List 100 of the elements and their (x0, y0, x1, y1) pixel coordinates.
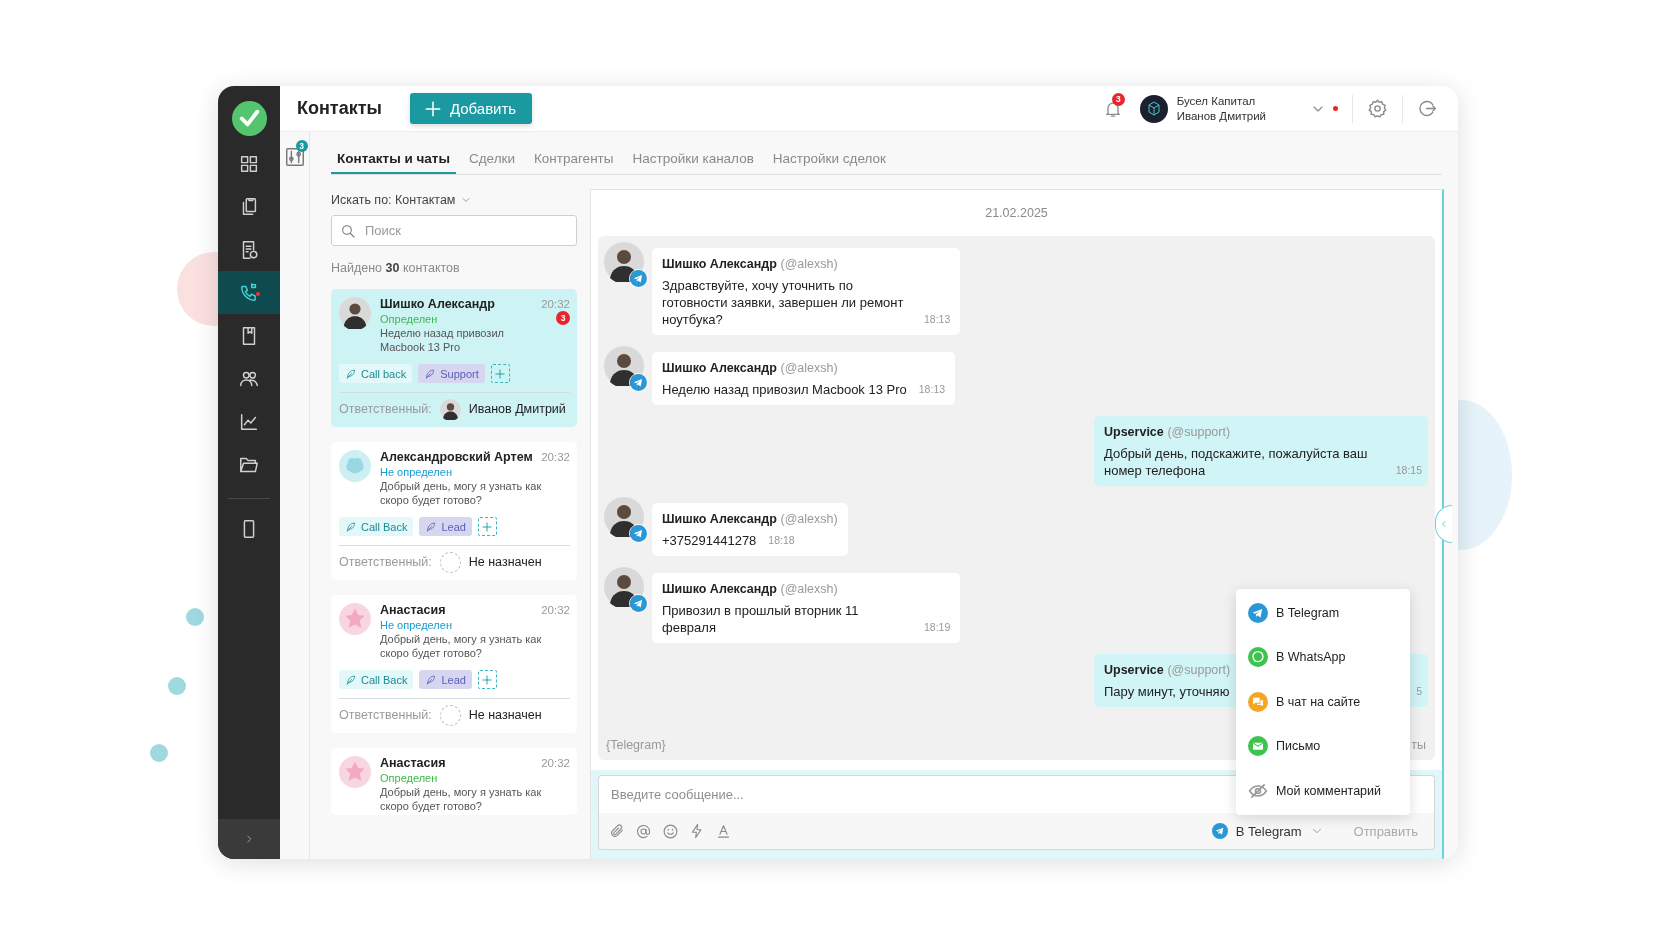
message-time: 18:18 (768, 533, 795, 548)
last-message: Добрый день, могу я узнать как скоро будет готово? (380, 785, 543, 813)
message-time: 18:19 (924, 620, 951, 635)
feather-icon (345, 520, 357, 533)
menu-item[interactable]: В Telegram (1236, 590, 1410, 635)
message-time: 18:15 (1395, 463, 1422, 478)
footer-note: ты (1411, 738, 1426, 752)
message-input[interactable]: Введите сообщение... (598, 775, 1234, 813)
message-time: 18:13 (918, 382, 946, 397)
avatar (339, 603, 371, 635)
plus-icon (493, 366, 508, 381)
last-message: Добрый день, могу я узнать как скоро будет готово? (380, 632, 543, 660)
contact-name: Шишко Александр (380, 297, 495, 311)
mention-icon[interactable] (635, 822, 652, 840)
author-handle: (@alexsh) (780, 361, 838, 375)
contact-time: 20:32 (541, 451, 570, 463)
results-count: Найдено 30 контактов (331, 261, 461, 275)
page-title: Контакты (297, 98, 382, 119)
text-format-icon[interactable] (715, 822, 732, 840)
author-handle: (@alexsh) (780, 257, 838, 271)
expand-button[interactable] (218, 819, 280, 859)
contact-name: Александровский Артем (380, 450, 533, 464)
decor-circle (186, 608, 204, 626)
menu-item[interactable]: В чат на сайте (1236, 679, 1410, 724)
contact-card[interactable]: Александровский Артем 20:32 Не определен Добрый день, могу я узнать как скоро будет готово? Call Back Lead Ответственный: Не назначен (331, 442, 577, 580)
paperclip-icon[interactable] (609, 823, 625, 839)
author-handle: (@alexsh) (780, 512, 838, 526)
feather-icon (424, 367, 437, 380)
company-name: Бусел Капитал (1176, 95, 1257, 107)
contact-status: Не определен (380, 466, 452, 478)
tag[interactable]: Lead (419, 670, 472, 689)
author-name: Шишко Александр (662, 361, 777, 375)
contact-name: Анастасия (380, 603, 446, 617)
sidebar-item[interactable] (218, 271, 280, 314)
telegram-icon (630, 595, 647, 612)
contact-card[interactable]: Анастасия 20:32 Не определен Добрый день, могу я узнать как скоро будет готово? Call Back Lead Ответственный: Не назначен (331, 595, 577, 733)
emoji-icon[interactable] (662, 822, 679, 840)
unread-badge: 3 (556, 311, 570, 325)
author-name: Шишко Александр (662, 257, 777, 271)
search-icon (340, 222, 356, 239)
add-tag-button[interactable] (477, 517, 497, 536)
channel-tag: {Telegram} (606, 738, 666, 752)
envelope-icon (1248, 736, 1268, 757)
telegram-icon (630, 374, 647, 391)
chat-icon (1248, 691, 1268, 712)
logo-icon[interactable] (231, 101, 267, 136)
contact-status: Определен (380, 313, 438, 325)
feather-icon (425, 520, 438, 533)
channel-select[interactable]: В Telegram (1211, 823, 1324, 839)
author-name: Upservice (1104, 663, 1164, 677)
tag[interactable]: Call Back (339, 670, 414, 689)
responsible-name: Иванов Дмитрий (468, 402, 566, 416)
author-handle: (@support) (1167, 663, 1231, 677)
feather-icon (425, 673, 438, 686)
settings-icon[interactable] (1367, 98, 1388, 119)
whatsapp-icon (1248, 647, 1268, 668)
search-input[interactable]: Поиск (363, 222, 568, 239)
tab[interactable]: Контакты и чаты (331, 143, 456, 174)
message-text: Здравствуйте, хочу уточнить по готовности заявки, завершен ли ремонт ноутбука? (662, 277, 905, 328)
add-tag-button[interactable] (477, 670, 497, 689)
contact-time: 20:32 (541, 757, 570, 769)
plus-icon (480, 519, 495, 534)
message-text: Добрый день, подскажите, пожалуйста ваш номер телефона (1104, 445, 1369, 479)
message-time: 18:13 (924, 312, 951, 327)
responsible-name: Не назначен (468, 555, 542, 569)
decor-circle (150, 744, 168, 762)
search-scope[interactable]: Искать по: Контактам (331, 193, 456, 207)
field-label: Ответственный: (339, 708, 432, 722)
contact-card[interactable]: Анастасия 20:32 Определен Добрый день, могу я узнать как скоро будет готово? (331, 748, 577, 815)
feather-icon (345, 673, 357, 686)
responsible-name: Не назначен (468, 708, 542, 722)
author-handle: (@support) (1167, 425, 1231, 439)
avatar (339, 450, 371, 482)
tag[interactable]: Call back (339, 364, 413, 383)
author-handle: (@alexsh) (780, 582, 838, 596)
menu-item[interactable]: Письмо (1236, 724, 1410, 769)
telegram-icon (1248, 602, 1268, 623)
filter-badge: 3 (295, 140, 308, 152)
tag[interactable]: Call Back (339, 517, 414, 536)
search-field[interactable]: Поиск (331, 215, 577, 246)
company-logo[interactable] (1139, 94, 1168, 123)
chat-date: 21.02.2025 (985, 206, 1048, 220)
tag[interactable]: Support (418, 364, 485, 383)
tag[interactable]: Lead (419, 517, 472, 536)
lightning-icon[interactable] (689, 823, 705, 839)
menu-item[interactable]: Мой комментарий (1236, 768, 1410, 813)
author-name: Шишко Александр (662, 512, 777, 526)
menu-item[interactable]: В WhatsApp (1236, 635, 1410, 680)
user-name: Иванов Дмитрий (1176, 110, 1266, 122)
message-text: Пару минут, уточняю (1104, 683, 1230, 700)
field-label: Ответственный: (339, 402, 432, 416)
contact-card[interactable]: Шишко Александр 20:32 Определен 3 Неделю назад привозил Macbook 13 Pro Call back Support Ответственный: Иванов Дмитрий (331, 289, 577, 427)
field-label: Ответственный: (339, 555, 432, 569)
logout-icon[interactable] (1417, 98, 1438, 119)
contact-time: 20:32 (541, 604, 570, 616)
telegram-icon (630, 270, 647, 287)
contact-name: Анастасия (380, 756, 446, 770)
contact-status: Не определен (380, 619, 452, 631)
avatar (339, 756, 371, 788)
author-name: Шишко Александр (662, 582, 777, 596)
